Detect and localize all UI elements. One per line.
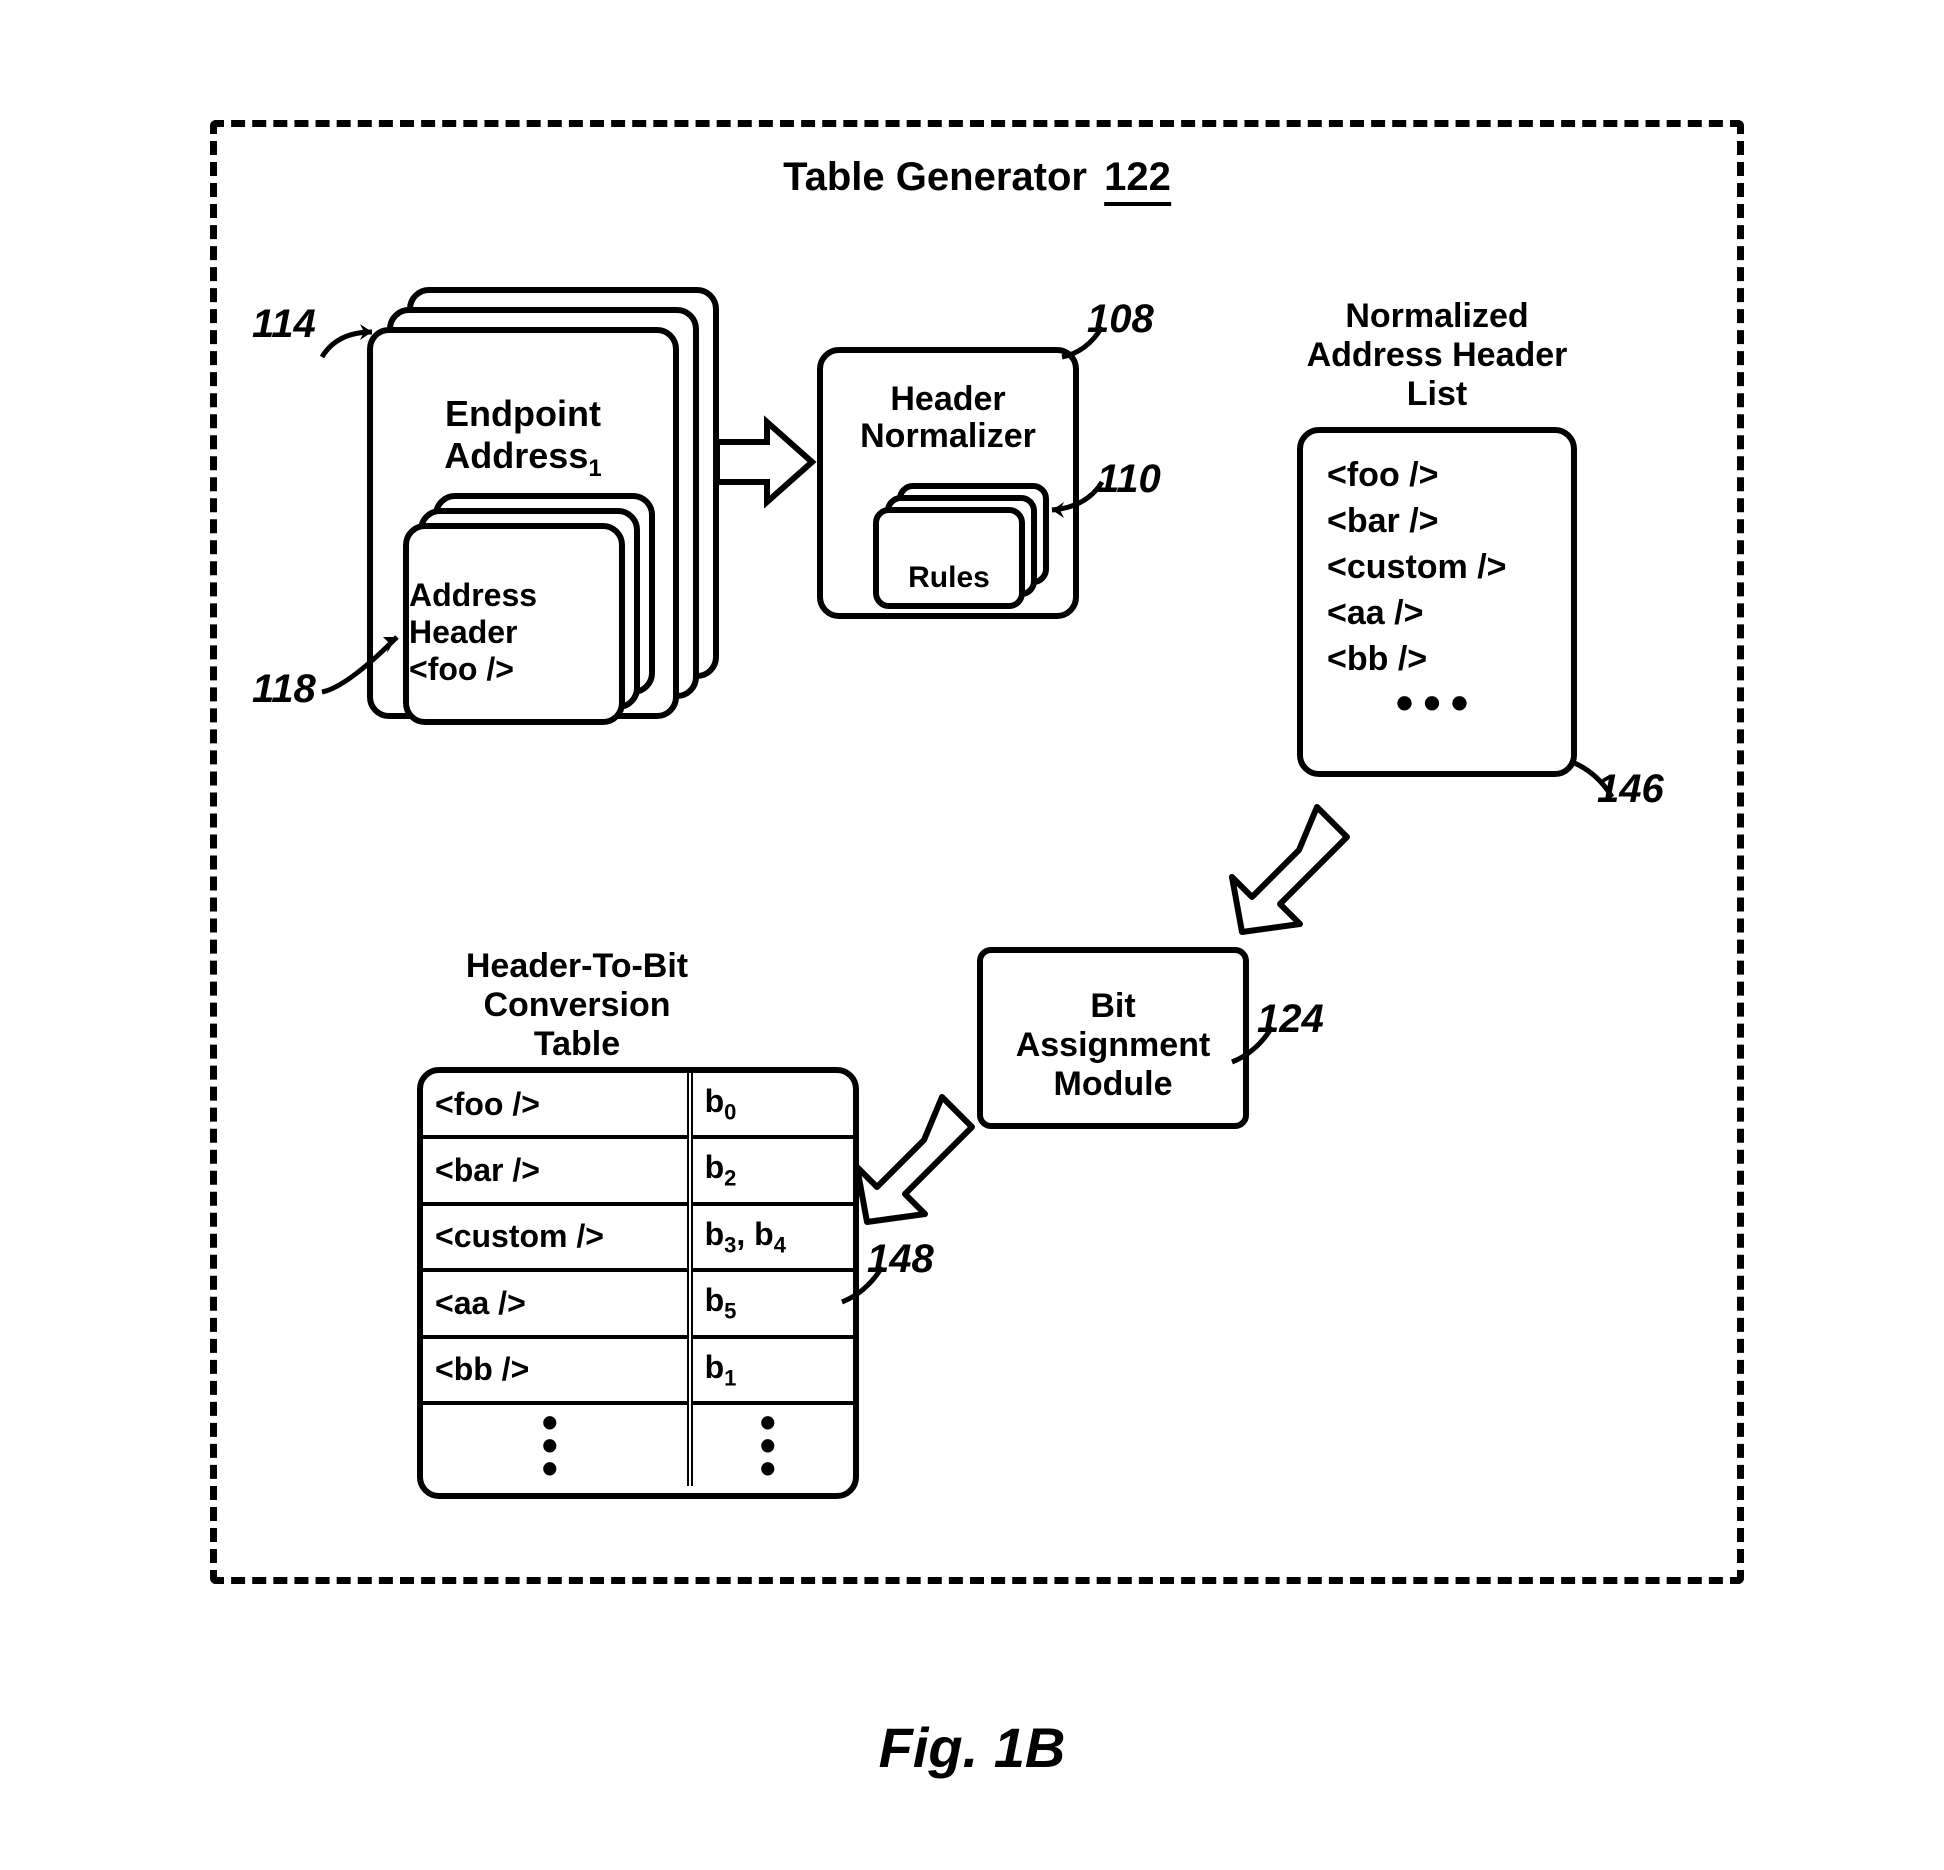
- header-normalizer-box: Header Normalizer Rules: [817, 347, 1079, 619]
- nlist-title-l3: List: [1407, 375, 1467, 413]
- address-header-text: Address Header <foo />: [409, 577, 619, 687]
- leader-110: [1047, 482, 1117, 527]
- leader-118: [317, 627, 417, 712]
- nlist-item-0: <foo />: [1327, 453, 1547, 499]
- normalized-list-title: Normalized Address Header List: [1277, 297, 1597, 414]
- normalized-list-box: <foo /> <bar /> <custom /> <aa /> <bb />…: [1297, 427, 1577, 777]
- endpoint-title-l1: Endpoint: [445, 393, 601, 434]
- table-row: <foo />b0: [423, 1073, 853, 1137]
- table-row: <bar />b2: [423, 1137, 853, 1203]
- conv-title-l1: Header-To-Bit: [466, 947, 688, 985]
- title-label: Table Generator: [783, 155, 1087, 200]
- table-generator-title: Table Generator 122: [783, 155, 1171, 206]
- leader-148: [837, 1267, 897, 1322]
- rules-stack: Rules: [873, 483, 1053, 603]
- conv-b-1: b2: [690, 1137, 853, 1203]
- header-normalizer-title: Header Normalizer: [823, 381, 1073, 456]
- title-number: 122: [1104, 155, 1171, 206]
- leader-146: [1567, 757, 1627, 812]
- conv-b-2: b3, b4: [690, 1204, 853, 1270]
- table-row: <bb />b1: [423, 1337, 853, 1403]
- leader-114: [317, 327, 387, 372]
- conv-h-0: <foo />: [423, 1073, 690, 1137]
- bam-l3: Module: [1054, 1065, 1173, 1103]
- conv-h-3: <aa />: [423, 1270, 690, 1336]
- nlist-item-1: <bar />: [1327, 499, 1547, 545]
- bam-text: Bit Assignment Module: [983, 987, 1243, 1104]
- nlist-item-3: <aa />: [1327, 591, 1547, 637]
- diagram-canvas: Table Generator 122 Endpoint Address1 Ad…: [0, 0, 1944, 1870]
- figure-label: Fig. 1B: [879, 1715, 1066, 1780]
- conv-h-2: <custom />: [423, 1204, 690, 1270]
- conv-b-3: b5: [690, 1270, 853, 1336]
- nlist-item-2: <custom />: [1327, 545, 1547, 591]
- bam-l1: Bit: [1090, 987, 1135, 1025]
- table-row: <custom />b3, b4: [423, 1204, 853, 1270]
- address-header-l1: Address: [409, 577, 537, 613]
- conv-h-1: <bar />: [423, 1137, 690, 1203]
- conversion-table-title: Header-To-Bit Conversion Table: [447, 947, 707, 1064]
- address-header-l3: <foo />: [409, 651, 514, 687]
- rules-front: Rules: [873, 507, 1025, 609]
- conversion-table: <foo />b0 <bar />b2 <custom />b3, b4 <aa…: [423, 1073, 853, 1486]
- normalizer-l2: Normalizer: [860, 417, 1036, 455]
- rules-label: Rules: [879, 561, 1019, 595]
- endpoint-title-sub: 1: [588, 455, 601, 482]
- nlist-title-l1: Normalized: [1345, 297, 1528, 335]
- table-row: <aa />b5: [423, 1270, 853, 1336]
- conv-title-l2: Conversion Table: [483, 986, 670, 1063]
- address-header-front: Address Header <foo />: [403, 523, 625, 725]
- nlist-title-l2: Address Header: [1307, 336, 1568, 374]
- address-header-stack: Address Header <foo />: [403, 493, 663, 723]
- normalizer-l1: Header: [890, 380, 1005, 418]
- arrow-bam-to-table: [847, 1097, 977, 1242]
- table-row-ellipsis: ••••••: [423, 1403, 853, 1486]
- conv-b-4: b1: [690, 1337, 853, 1403]
- leader-108: [1057, 327, 1117, 372]
- table-generator-frame: Table Generator 122 Endpoint Address1 Ad…: [210, 120, 1744, 1584]
- ref-114: 114: [252, 302, 316, 347]
- endpoint-title-l2: Address: [444, 435, 588, 476]
- nlist-ellipsis: •••: [1327, 688, 1547, 718]
- arrow-endpoint-to-normalizer: [717, 417, 817, 512]
- conv-b-0: b0: [690, 1073, 853, 1137]
- address-header-l2: Header: [409, 614, 518, 650]
- arrow-list-to-bam: [1232, 807, 1352, 952]
- endpoint-address-stack: Endpoint Address1 Address Header <foo />: [367, 287, 707, 707]
- conv-h-4: <bb />: [423, 1337, 690, 1403]
- leader-124: [1227, 1027, 1287, 1082]
- bit-assignment-module-box: Bit Assignment Module: [977, 947, 1249, 1129]
- endpoint-title: Endpoint Address1: [373, 393, 673, 483]
- bam-l2: Assignment: [1016, 1026, 1211, 1064]
- ref-118: 118: [252, 667, 316, 712]
- conversion-table-box: <foo />b0 <bar />b2 <custom />b3, b4 <aa…: [417, 1067, 859, 1499]
